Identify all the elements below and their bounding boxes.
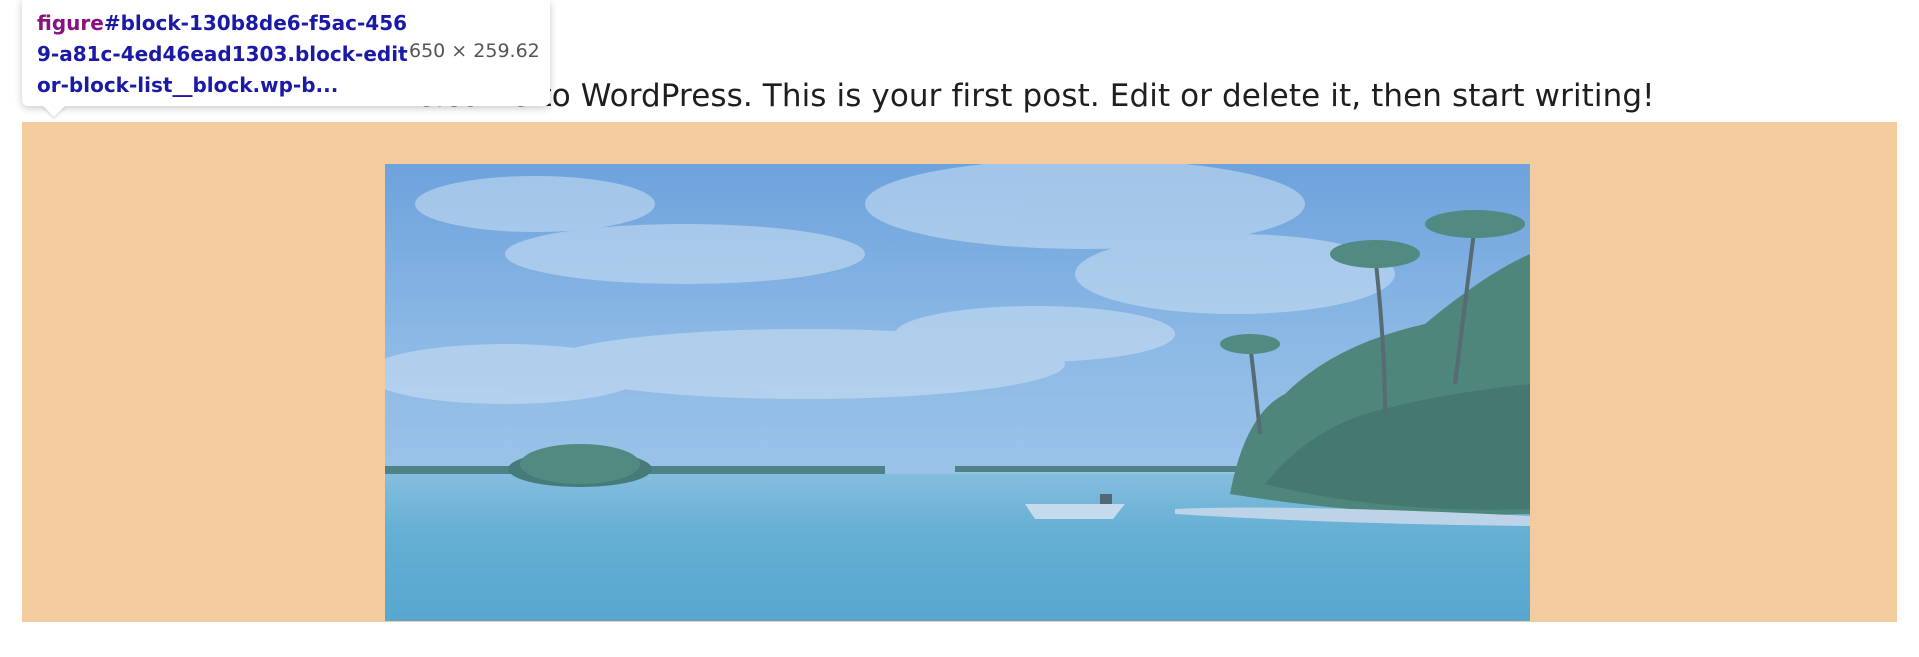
element-selector: figure#block-130b8de6-f5ac-4569-a81c-4ed… bbox=[37, 8, 417, 101]
editor-canvas: Welcome to WordPress. This is your first… bbox=[0, 0, 1919, 657]
devtools-inspect-tooltip: figure#block-130b8de6-f5ac-4569-a81c-4ed… bbox=[22, 0, 550, 117]
beach-image bbox=[385, 164, 1530, 621]
tooltip-arrow bbox=[42, 105, 66, 117]
element-tag: figure bbox=[37, 11, 104, 35]
post-paragraph[interactable]: Welcome to WordPress. This is your first… bbox=[387, 78, 1655, 114]
element-dimensions: 650 × 259.62 bbox=[409, 40, 540, 62]
image-block-figure[interactable] bbox=[385, 164, 1530, 621]
